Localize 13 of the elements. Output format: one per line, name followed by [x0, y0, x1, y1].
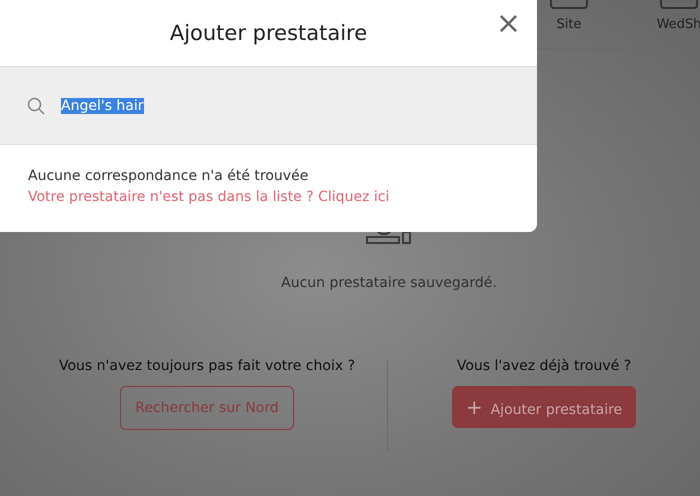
- search-button[interactable]: Rechercher sur Nord: [120, 386, 294, 430]
- question-text: Vous l'avez déjà trouvé ?: [456, 358, 632, 374]
- question-text: Vous n'avez toujours pas fait votre choix ?: [58, 358, 356, 374]
- modal-title: Ajouter prestataire: [170, 21, 368, 45]
- nav-tab[interactable]: WedSh: [644, 0, 700, 48]
- close-button[interactable]: ×: [492, 6, 525, 41]
- no-result-message: Aucune correspondance n'a été trouvée: [28, 168, 310, 184]
- empty-message: Aucun prestataire sauvegardé.: [281, 275, 497, 291]
- search-field[interactable]: Angel's hair: [0, 67, 537, 145]
- nav-tab[interactable]: Site: [534, 0, 604, 48]
- add-vendor-link[interactable]: Votre prestataire n'est pas dans la liste ? Cliquez ici: [28, 189, 509, 205]
- search-icon: [27, 96, 45, 114]
- add-vendor-button[interactable]: + Ajouter prestataire: [452, 386, 636, 428]
